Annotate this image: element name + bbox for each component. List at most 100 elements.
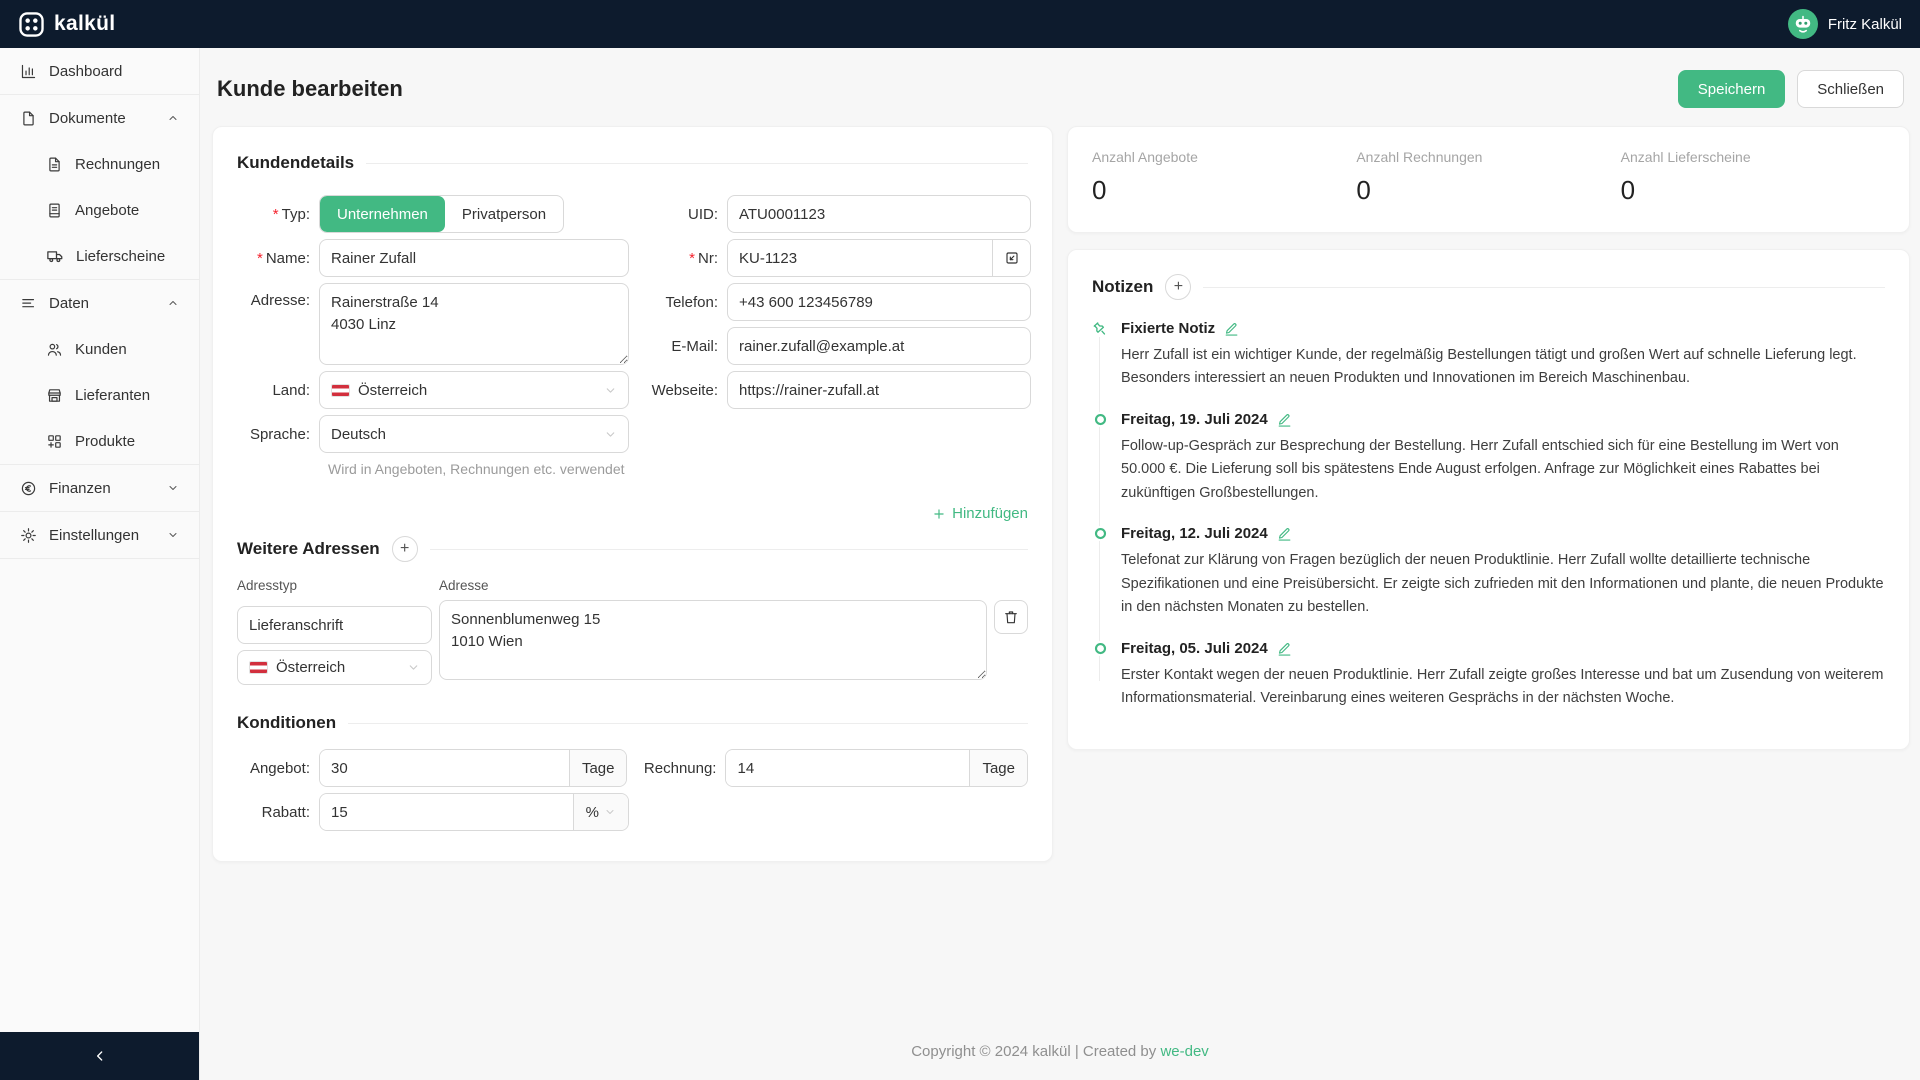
close-button[interactable]: Schließen xyxy=(1797,70,1904,108)
sidebar-item-rechnungen[interactable]: Rechnungen xyxy=(0,141,199,187)
user-menu[interactable]: Fritz Kalkül xyxy=(1787,9,1902,39)
rechnung-tage-input[interactable] xyxy=(726,750,970,786)
section-title: Konditionen xyxy=(237,713,337,732)
rabatt-unit-select[interactable]: % xyxy=(572,794,628,830)
note-title: Fixierte Notiz xyxy=(1121,320,1216,337)
store-icon xyxy=(48,388,61,402)
sidebar-collapse-button[interactable] xyxy=(0,1032,199,1080)
sidebar-item-label: Daten xyxy=(49,294,90,312)
we-dev-link[interactable]: we-dev xyxy=(1160,1043,1208,1060)
name-input[interactable] xyxy=(319,239,629,277)
chevron-down-icon xyxy=(606,387,615,393)
stat-value: 0 xyxy=(1620,175,1636,205)
section-divider xyxy=(1203,286,1885,288)
chevron-down-icon xyxy=(169,533,177,537)
nr-label: * Nr: xyxy=(689,249,718,267)
webseite-input[interactable] xyxy=(727,371,1031,409)
telefon-input[interactable] xyxy=(727,283,1031,321)
euro-icon xyxy=(21,481,36,495)
sprache-value: Deutsch xyxy=(331,425,387,443)
add-note-button[interactable]: + xyxy=(1165,274,1192,300)
sidebar-item-lieferscheine[interactable]: Lieferscheine xyxy=(0,233,199,279)
page-title: Kunde bearbeiten xyxy=(217,76,403,101)
sidebar-item-produkte[interactable]: Produkte xyxy=(0,418,199,464)
sidebar-item-label: Einstellungen xyxy=(49,526,140,544)
webseite-label: Webseite: xyxy=(651,381,718,399)
chevron-up-icon xyxy=(169,116,177,120)
gear-icon xyxy=(21,527,36,543)
sidebar-item-label: Lieferanten xyxy=(75,386,151,404)
uid-input[interactable] xyxy=(727,195,1031,233)
nr-input[interactable] xyxy=(728,240,992,276)
required-marker: * xyxy=(256,249,263,267)
stat-label: Anzahl Angebote xyxy=(1092,149,1198,165)
kalkuel-logo-icon xyxy=(19,11,44,37)
sidebar-item-dokumente[interactable]: Dokumente xyxy=(0,95,199,141)
sidebar-item-lieferanten[interactable]: Lieferanten xyxy=(0,372,199,418)
add-address-circle-button[interactable]: + xyxy=(391,536,418,562)
copyright-text: Copyright © 2024 kalkül | Created by xyxy=(911,1043,1157,1060)
land-value: Österreich xyxy=(358,381,428,399)
sidebar-item-finanzen[interactable]: Finanzen xyxy=(0,465,199,511)
brand-logo[interactable]: kalkül xyxy=(18,11,115,38)
chevron-down-icon xyxy=(169,486,177,490)
email-input[interactable] xyxy=(727,327,1031,365)
telefon-label: Telefon: xyxy=(665,293,718,311)
note-entry: Freitag, 05. Juli 2024 Erster Kontakt we… xyxy=(1092,640,1885,711)
typ-option-unternehmen[interactable]: Unternehmen xyxy=(320,196,445,232)
sidebar-item-kunden[interactable]: Kunden xyxy=(0,326,199,372)
pencil-icon xyxy=(1278,528,1291,542)
sprache-hint: Wird in Angeboten, Rechnungen etc. verwe… xyxy=(328,461,625,477)
addr-col-adresstyp: Adresstyp xyxy=(237,578,298,593)
sidebar-item-label: Rechnungen xyxy=(75,155,161,173)
chevron-down-icon xyxy=(606,431,615,437)
edit-note-button[interactable] xyxy=(1277,526,1292,542)
note-entry: Freitag, 19. Juli 2024 Follow-up-Gespräc… xyxy=(1092,411,1885,505)
edit-note-button[interactable] xyxy=(1277,641,1292,656)
land-select[interactable]: Österreich xyxy=(319,371,629,409)
chevron-up-icon xyxy=(169,301,177,305)
stats-card: Anzahl Angebote 0 Anzahl Rechnungen 0 An… xyxy=(1067,126,1910,233)
rabatt-input[interactable] xyxy=(320,794,573,830)
pin-icon xyxy=(1092,321,1108,337)
sidebar-item-daten[interactable]: Daten xyxy=(0,280,199,326)
note-text: Herr Zufall ist ein wichtiger Kunde, der… xyxy=(1121,347,1857,387)
stat-rechnungen: Anzahl Rechnungen 0 xyxy=(1356,149,1620,206)
sidebar-item-label: Angebote xyxy=(75,201,140,219)
section-notizen: Notizen + xyxy=(1092,274,1885,300)
pencil-icon xyxy=(1278,643,1291,656)
nr-generate-button[interactable] xyxy=(992,240,1030,276)
delete-address-button[interactable] xyxy=(994,600,1028,634)
topbar: kalkül Fritz Kalkül xyxy=(0,0,1920,48)
section-divider xyxy=(366,162,1028,164)
angebot-tage-input[interactable] xyxy=(320,750,569,786)
sprache-select[interactable]: Deutsch xyxy=(319,415,629,453)
address-country-select[interactable]: Österreich xyxy=(237,650,432,685)
plus-icon xyxy=(934,508,944,519)
sidebar: Dashboard Dokumente Rechnungen Angebote … xyxy=(0,48,200,1080)
edit-note-button[interactable] xyxy=(1277,412,1292,427)
email-label: E-Mail: xyxy=(671,337,718,355)
rabatt-label: Rabatt: xyxy=(261,803,310,821)
address-type-input[interactable] xyxy=(237,606,432,644)
circle-icon xyxy=(1092,526,1108,542)
main-area: Kunde bearbeiten Speichern Schließen Kun… xyxy=(200,48,1920,1080)
notes-card: Notizen + Fixierte Notiz Herr Zufall ist… xyxy=(1067,249,1910,750)
address-textarea[interactable]: Sonnenblumenweg 15 1010 Wien xyxy=(439,600,987,680)
adresse-textarea[interactable]: Rainerstraße 14 4030 Linz xyxy=(319,283,629,365)
section-divider xyxy=(348,722,1028,724)
typ-option-privatperson[interactable]: Privatperson xyxy=(445,196,563,232)
typ-toggle: Unternehmen Privatperson xyxy=(319,195,565,233)
sidebar-item-label: Dokumente xyxy=(49,109,126,127)
sidebar-item-label: Produkte xyxy=(75,432,136,450)
sidebar-item-angebote[interactable]: Angebote xyxy=(0,187,199,233)
addr-col-spacer xyxy=(994,578,1028,593)
sidebar-item-einstellungen[interactable]: Einstellungen xyxy=(0,512,199,558)
rechnung-label: Rechnung: xyxy=(643,759,717,777)
save-button[interactable]: Speichern xyxy=(1677,70,1786,108)
chevron-down-icon xyxy=(409,665,418,670)
edit-note-button[interactable] xyxy=(1224,321,1239,336)
chevron-down-icon xyxy=(606,810,614,814)
sidebar-item-dashboard[interactable]: Dashboard xyxy=(0,48,199,94)
add-address-link[interactable]: Hinzufügen xyxy=(932,505,1028,522)
